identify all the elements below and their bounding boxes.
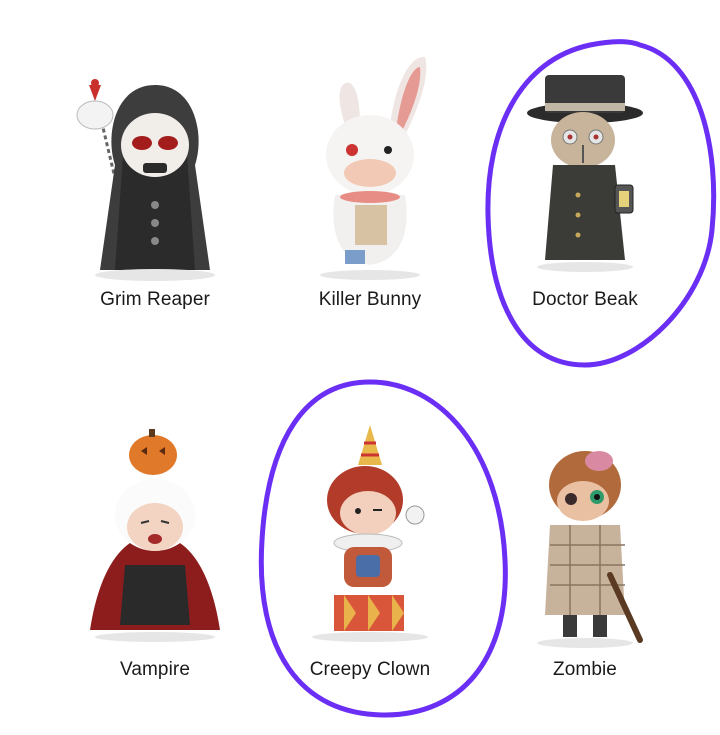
doctor-beak-figure [475,45,695,305]
grim-reaper-figure [45,45,265,305]
figure-label-killer-bunny: Killer Bunny [318,289,422,310]
vampire-figure [45,415,265,675]
figure-label-vampire: Vampire [119,659,191,680]
figure-card-zombie[interactable]: Zombie [475,415,695,735]
figure-card-killer-bunny[interactable]: Killer Bunny [260,45,480,365]
figure-label-zombie: Zombie [553,659,617,680]
zombie-figure [475,415,695,675]
figure-grid: Grim Reaper Killer Bunny Doctor Beak Vam… [0,0,720,720]
figure-label-grim-reaper: Grim Reaper [100,289,210,310]
figure-label-creepy-clown: Creepy Clown [309,659,431,680]
figure-card-doctor-beak[interactable]: Doctor Beak [475,45,695,365]
figure-card-creepy-clown[interactable]: Creepy Clown [260,415,480,735]
figure-card-grim-reaper[interactable]: Grim Reaper [45,45,265,365]
figure-card-vampire[interactable]: Vampire [45,415,265,735]
killer-bunny-figure [260,45,480,305]
figure-label-doctor-beak: Doctor Beak [532,289,638,310]
creepy-clown-figure [260,415,480,675]
